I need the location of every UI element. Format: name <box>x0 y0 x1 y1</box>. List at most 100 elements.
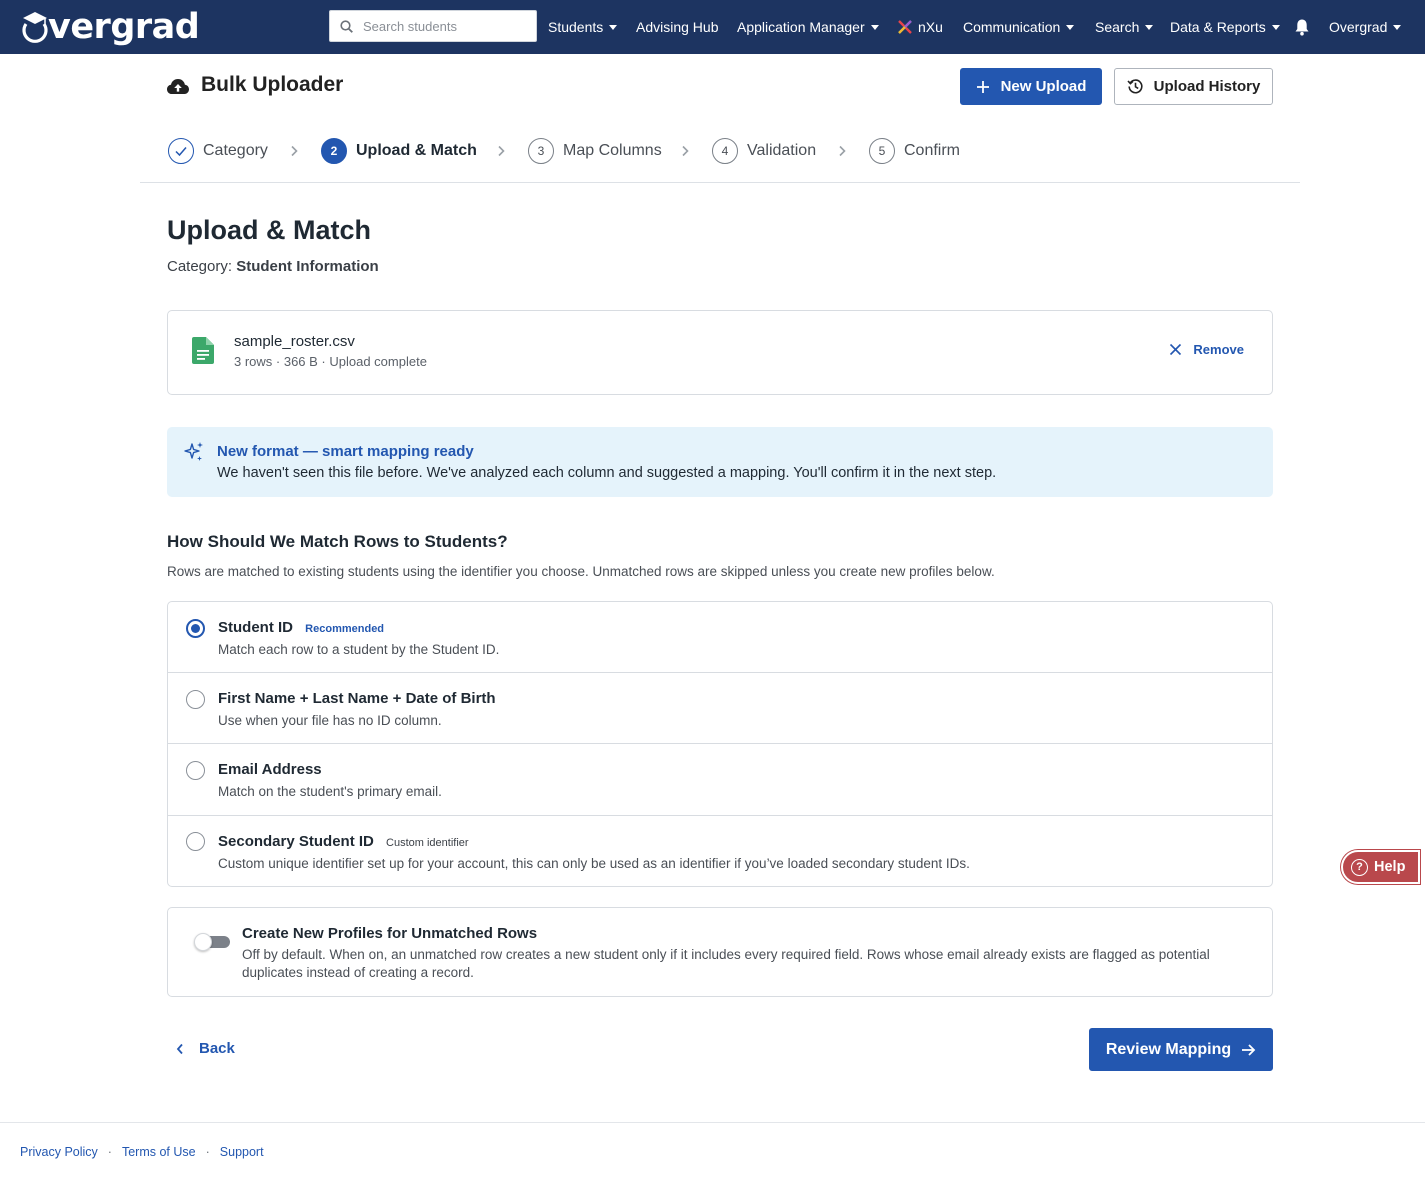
remove-label: Remove <box>1193 342 1244 357</box>
nav-application-manager[interactable]: Application Manager <box>737 0 879 54</box>
step-validation-label: Validation <box>747 142 817 159</box>
step-confirm[interactable]: 5 Confirm <box>869 137 960 165</box>
step-category[interactable]: Category <box>168 137 268 165</box>
graduation-cap-o-icon <box>22 12 48 43</box>
footer-separator: · <box>205 1145 210 1159</box>
smart-mapping-banner: New format — smart mapping ready We have… <box>167 427 1273 497</box>
recommended-badge: Recommended <box>305 623 385 635</box>
option-title: Secondary Student ID Custom identifier <box>218 833 469 850</box>
option-title: Student ID Recommended <box>218 619 384 636</box>
nav-application-manager-label: Application Manager <box>737 19 865 35</box>
help-button[interactable]: ? Help <box>1341 850 1420 884</box>
option-description: Match each row to a student by the Stude… <box>218 642 500 657</box>
chevron-right-icon <box>839 145 846 157</box>
custom-identifier-badge: Custom identifier <box>386 837 469 849</box>
radio-email[interactable] <box>186 761 205 780</box>
question-icon: ? <box>1351 858 1368 876</box>
sparkles-icon <box>184 442 203 461</box>
page-title: Bulk Uploader <box>201 73 344 96</box>
nav-communication[interactable]: Communication <box>963 0 1075 54</box>
support-link[interactable]: Support <box>220 1145 264 1159</box>
step-number: 5 <box>869 138 895 164</box>
history-icon <box>1127 79 1143 94</box>
overgrad-logo[interactable]: vergrad <box>20 7 200 47</box>
match-subtext: Rows are matched to existing students us… <box>167 564 995 579</box>
toggle-knob <box>194 933 212 951</box>
option-name-dob[interactable]: First Name + Last Name + Date of Birth U… <box>168 673 1272 744</box>
file-name: sample_roster.csv <box>234 333 355 350</box>
logo-text: vergrad <box>48 7 200 47</box>
search-input[interactable] <box>363 18 523 34</box>
footer: Privacy Policy · Terms of Use · Support <box>20 1145 264 1159</box>
new-upload-button[interactable]: New Upload <box>960 68 1102 105</box>
step-map-columns[interactable]: 3 Map Columns <box>528 137 662 165</box>
nav-search[interactable]: Search <box>1095 0 1154 54</box>
nav-advising-hub[interactable]: Advising Hub <box>636 0 719 54</box>
create-profiles-card: Create New Profiles for Unmatched Rows O… <box>167 907 1273 997</box>
top-navigation: vergrad Students Advising Hub Applicatio… <box>0 0 1425 54</box>
check-icon <box>175 147 187 157</box>
close-icon <box>1170 343 1182 356</box>
section-title: Upload & Match <box>167 215 372 245</box>
step-upload-match-label: Upload & Match <box>356 142 477 159</box>
uploaded-file-card: sample_roster.csv 3 rows · 366 B · Uploa… <box>167 310 1273 395</box>
match-heading: How Should We Match Rows to Students? <box>167 532 508 551</box>
nav-students[interactable]: Students <box>548 0 618 54</box>
step-upload-match[interactable]: 2 Upload & Match <box>321 137 477 165</box>
chevron-right-icon <box>291 145 298 157</box>
terms-of-use-link[interactable]: Terms of Use <box>122 1145 196 1159</box>
nav-nxu[interactable]: nXu <box>897 0 943 54</box>
nav-communication-label: Communication <box>963 19 1061 35</box>
radio-name-dob[interactable] <box>186 690 205 709</box>
back-button[interactable]: Back <box>176 1040 235 1057</box>
caret-down-icon <box>1145 25 1154 30</box>
notifications-bell[interactable] <box>1294 0 1310 54</box>
step-number: 4 <box>712 138 738 164</box>
upload-history-button[interactable]: Upload History <box>1114 68 1273 105</box>
nav-data-reports-label: Data & Reports <box>1170 19 1266 35</box>
option-title-text: Student ID <box>218 619 293 636</box>
create-profiles-toggle[interactable] <box>194 933 232 951</box>
search-box[interactable] <box>329 10 537 42</box>
arrow-right-icon <box>1242 1043 1256 1056</box>
header-divider <box>140 182 1300 183</box>
option-secondary-id[interactable]: Secondary Student ID Custom identifier C… <box>168 816 1272 886</box>
nav-account-menu[interactable]: Overgrad <box>1329 0 1402 54</box>
new-upload-label: New Upload <box>1000 78 1087 95</box>
option-student-id[interactable]: Student ID Recommended Match each row to… <box>168 602 1272 673</box>
step-number: 3 <box>528 138 554 164</box>
remove-file-button[interactable]: Remove <box>1169 342 1244 357</box>
step-number: 2 <box>321 138 347 164</box>
option-description: Use when your file has no ID column. <box>218 713 442 728</box>
caret-down-icon <box>1271 25 1280 30</box>
footer-separator: · <box>107 1145 112 1159</box>
file-icon <box>192 337 214 364</box>
step-confirm-label: Confirm <box>904 142 961 159</box>
progress-stepper: Category 2 Upload & Match 3 Map Columns … <box>168 137 1068 165</box>
option-email[interactable]: Email Address Match on the student's pri… <box>168 744 1272 816</box>
caret-down-icon <box>870 25 879 30</box>
cloud-upload-icon <box>167 79 189 94</box>
match-options: Student ID Recommended Match each row to… <box>167 601 1273 887</box>
radio-student-id[interactable] <box>186 619 205 638</box>
chevron-right-icon <box>682 145 689 157</box>
review-mapping-button[interactable]: Review Mapping <box>1089 1028 1273 1071</box>
option-title: Email Address <box>218 761 322 778</box>
caret-down-icon <box>1393 25 1402 30</box>
bell-icon <box>1295 19 1309 36</box>
banner-title: New format — smart mapping ready <box>217 443 474 460</box>
upload-history-label: Upload History <box>1153 78 1261 95</box>
nav-data-reports[interactable]: Data & Reports <box>1170 0 1280 54</box>
footer-divider <box>0 1122 1425 1123</box>
radio-secondary-id[interactable] <box>186 832 205 851</box>
category-line: Category: Student Information <box>167 258 379 275</box>
caret-down-icon <box>1066 25 1075 30</box>
option-title-text: Secondary Student ID <box>218 833 374 850</box>
nav-account-label: Overgrad <box>1329 19 1388 35</box>
step-validation[interactable]: 4 Validation <box>712 137 816 165</box>
create-profiles-description: Off by default. When on, an unmatched ro… <box>242 947 1210 980</box>
privacy-policy-link[interactable]: Privacy Policy <box>20 1145 98 1159</box>
caret-down-icon <box>609 25 618 30</box>
create-profiles-title: Create New Profiles for Unmatched Rows <box>242 925 538 942</box>
nxu-logo-icon <box>898 20 912 34</box>
